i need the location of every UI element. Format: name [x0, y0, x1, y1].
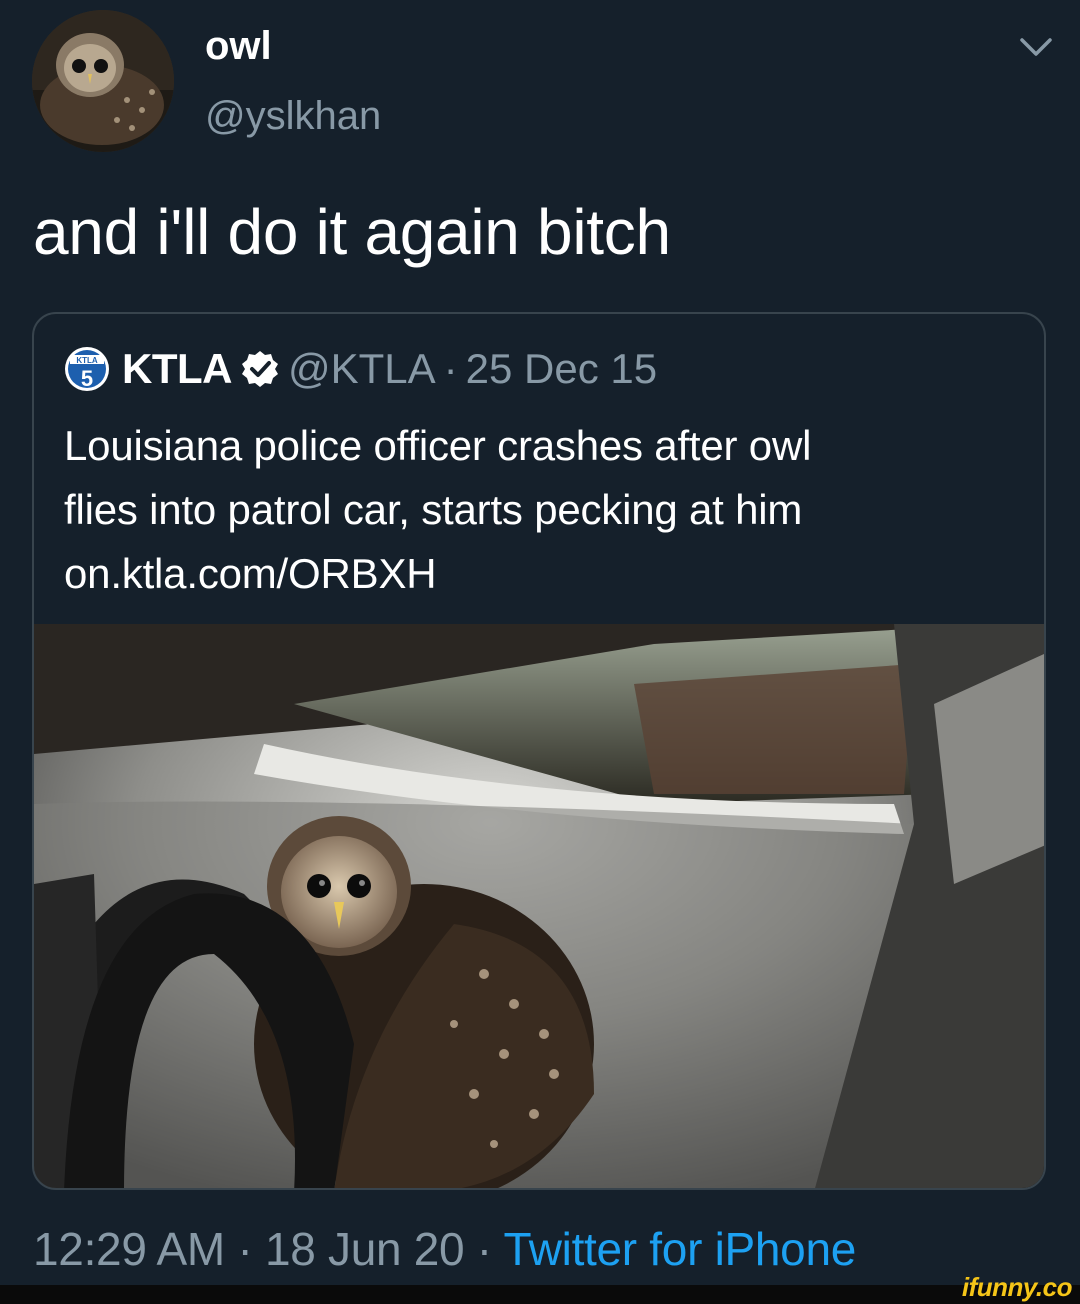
- tweet-date[interactable]: 18 Jun 20: [265, 1223, 465, 1275]
- quoted-text-line: Louisiana police officer crashes after o…: [64, 422, 812, 469]
- display-name[interactable]: owl: [205, 24, 272, 69]
- user-handle[interactable]: @yslkhan: [205, 94, 381, 139]
- separator-dot: ·: [464, 1223, 504, 1275]
- verified-badge-icon: [241, 351, 278, 387]
- tweet-source-link[interactable]: Twitter for iPhone: [503, 1223, 856, 1275]
- ktla-logo-text: KTLA: [76, 356, 98, 365]
- quoted-tweet-header: KTLA 5 KTLA @KTLA · 25 Dec 15: [64, 344, 657, 394]
- chevron-down-icon[interactable]: [1016, 32, 1056, 62]
- quoted-link[interactable]: on.ktla.com/ORBXH: [64, 542, 1024, 606]
- quoted-tweet-card[interactable]: KTLA 5 KTLA @KTLA · 25 Dec 15 Louisiana …: [32, 312, 1046, 1190]
- quoted-date[interactable]: 25 Dec 15: [466, 345, 657, 393]
- avatar[interactable]: [32, 10, 174, 152]
- quoted-display-name[interactable]: KTLA: [122, 345, 232, 393]
- quoted-text-line: flies into patrol car, starts pecking at…: [64, 486, 803, 533]
- footer-bar: [0, 1285, 1080, 1304]
- separator-dot: ·: [443, 345, 458, 392]
- tweet-metadata: 12:29 AM · 18 Jun 20 · Twitter for iPhon…: [33, 1222, 856, 1276]
- tweet-time[interactable]: 12:29 AM: [33, 1223, 225, 1275]
- tweet-header: owl @yslkhan: [0, 0, 1080, 170]
- tweet-text: and i'll do it again bitch: [33, 196, 671, 268]
- quoted-handle[interactable]: @KTLA: [288, 345, 436, 393]
- owl-avatar-icon: [32, 10, 174, 152]
- separator-dot: ·: [224, 1223, 265, 1275]
- quoted-tweet-text: Louisiana police officer crashes after o…: [64, 414, 1024, 606]
- ifunny-watermark: ifunny.co: [961, 1272, 1073, 1302]
- ktla-logo-number: 5: [81, 366, 93, 391]
- owl-in-patrol-car-photo[interactable]: [34, 624, 1046, 1190]
- ktla5-logo-icon: KTLA 5: [65, 347, 109, 391]
